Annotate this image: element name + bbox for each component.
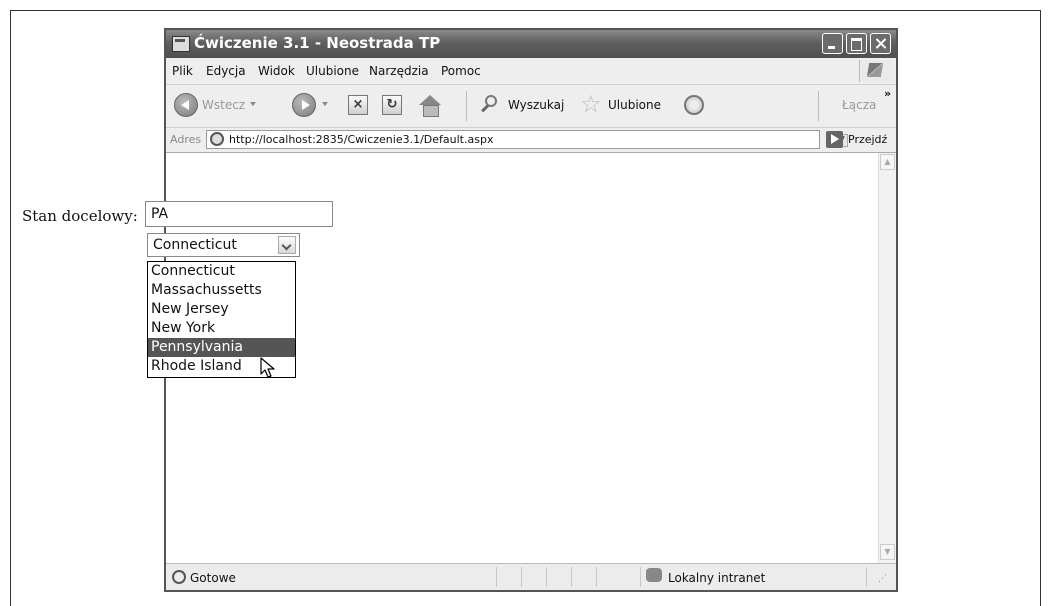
status-text: Gotowe	[190, 571, 236, 585]
address-url[interactable]: http://localhost:2835/Cwiczenie3.1/Defau…	[229, 133, 493, 146]
menu-bar: Plik Edycja Widok Ulubione Narzędzia Pom…	[166, 58, 896, 85]
media-icon[interactable]	[684, 95, 704, 115]
chevron-down-icon[interactable]	[278, 236, 296, 254]
state-select[interactable]: Connecticut	[147, 233, 300, 257]
status-separator	[546, 567, 547, 587]
windows-logo-icon	[859, 60, 892, 82]
menu-item-edycja[interactable]: Edycja	[206, 64, 246, 78]
status-separator	[640, 567, 641, 587]
maximize-button[interactable]	[846, 33, 867, 54]
scroll-down-icon[interactable]: ▼	[880, 544, 895, 560]
menu-item-narzedzia[interactable]: Narzędzia	[369, 64, 429, 78]
mouse-cursor-icon	[260, 357, 275, 378]
destination-state-label: Stan docelowy:	[22, 207, 138, 225]
status-separator	[571, 567, 572, 587]
status-separator	[496, 567, 497, 587]
dropdown-option-highlighted[interactable]: Pennsylvania	[148, 338, 295, 357]
chevron-more-icon[interactable]: »	[884, 87, 891, 100]
title-bar[interactable]: Ćwiczenie 3.1 - Neostrada TP	[166, 30, 896, 58]
state-select-value[interactable]: Connecticut	[153, 237, 237, 253]
dropdown-option[interactable]: New York	[148, 319, 295, 338]
page-icon	[210, 132, 224, 146]
menu-item-ulubione[interactable]: Ulubione	[306, 64, 359, 78]
menu-item-plik[interactable]: Plik	[172, 64, 193, 78]
toolbar-separator	[818, 91, 819, 121]
app-icon	[172, 36, 190, 52]
go-button-label[interactable]: Przejdź	[848, 133, 887, 146]
dropdown-option[interactable]: Massachussetts	[148, 281, 295, 300]
forward-dropdown-icon[interactable]	[322, 102, 328, 106]
address-input[interactable]: http://localhost:2835/Cwiczenie3.1/Defau…	[206, 130, 848, 149]
menu-item-widok[interactable]: Widok	[258, 64, 295, 78]
search-icon[interactable]	[480, 95, 500, 115]
status-bar: Gotowe Lokalny intranet ⋰	[166, 563, 896, 590]
address-label: Adres	[170, 133, 202, 146]
state-code-input[interactable]: PA	[145, 201, 333, 227]
favorites-button-label[interactable]: Ulubione	[608, 98, 661, 112]
dropdown-option[interactable]: Connecticut	[148, 262, 295, 281]
links-label[interactable]: Łącza	[842, 98, 876, 112]
scroll-up-icon[interactable]: ▲	[880, 154, 895, 170]
window-title: Ćwiczenie 3.1 - Neostrada TP	[194, 34, 441, 52]
search-button-label[interactable]: Wyszukaj	[508, 98, 564, 112]
back-dropdown-icon[interactable]	[250, 102, 256, 106]
zone-text: Lokalny intranet	[668, 571, 766, 585]
vertical-scrollbar[interactable]: ▲ ▼	[878, 153, 896, 563]
forward-icon[interactable]	[292, 93, 316, 117]
address-bar: Adres http://localhost:2835/Cwiczenie3.1…	[166, 128, 896, 153]
toolbar-separator	[466, 91, 467, 121]
toolbar: Wstecz × ↻ Wyszukaj ☆ Ulubione Łącza »	[166, 85, 896, 128]
status-separator	[596, 567, 597, 587]
resize-grip-icon[interactable]: ⋰	[878, 574, 887, 584]
status-separator	[866, 567, 867, 587]
go-arrow-icon[interactable]	[826, 131, 843, 148]
favorites-star-icon[interactable]: ☆	[580, 92, 602, 116]
refresh-icon[interactable]: ↻	[382, 95, 402, 115]
close-button[interactable]	[870, 33, 891, 54]
back-button-label[interactable]: Wstecz	[202, 98, 245, 112]
intranet-zone-icon	[646, 568, 662, 582]
home-icon[interactable]	[418, 95, 442, 117]
minimize-button[interactable]	[822, 33, 843, 54]
back-icon[interactable]	[174, 93, 198, 117]
menu-item-pomoc[interactable]: Pomoc	[441, 64, 481, 78]
stop-icon[interactable]: ×	[348, 95, 368, 115]
status-separator	[521, 567, 522, 587]
page-status-icon	[172, 570, 186, 584]
dropdown-option[interactable]: New Jersey	[148, 300, 295, 319]
